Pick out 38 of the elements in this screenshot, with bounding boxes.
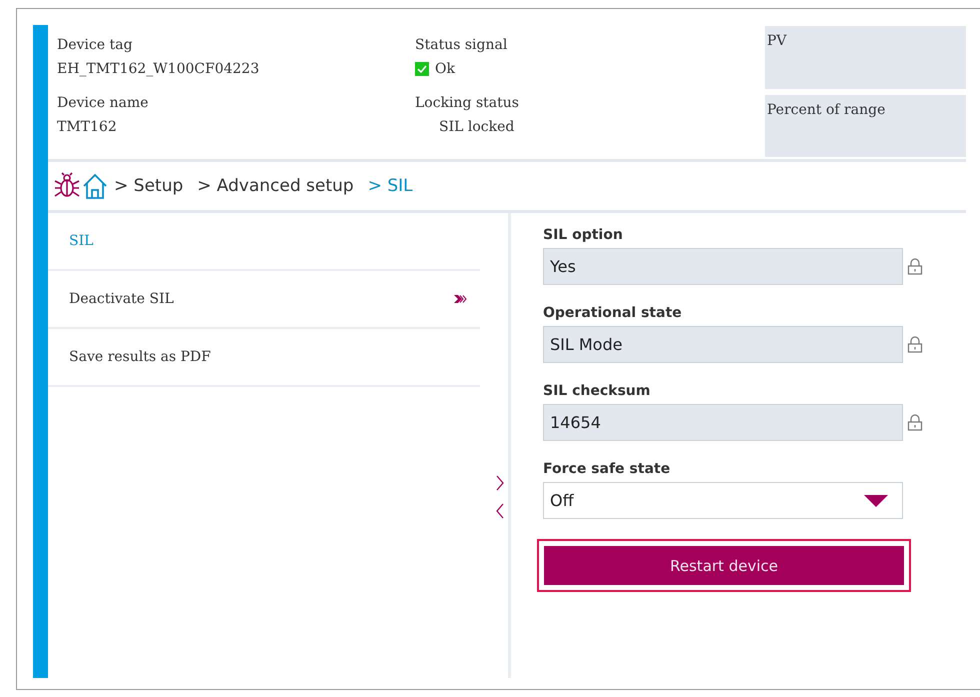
dropdown[interactable]: Off bbox=[543, 482, 903, 519]
parameter-label: SIL checksum bbox=[543, 383, 652, 399]
breadcrumb-link[interactable]: > SIL bbox=[368, 176, 413, 196]
home-icon[interactable] bbox=[82, 173, 108, 199]
locking-status-value: SIL locked bbox=[439, 118, 514, 137]
device-tag-label: Device tag bbox=[57, 36, 132, 55]
parameter-label: Operational state bbox=[543, 305, 683, 321]
value-label: Percent of range bbox=[767, 102, 886, 118]
menu-item[interactable]: SIL bbox=[48, 213, 480, 271]
device-name-label: Device name bbox=[57, 94, 148, 113]
status-signal-label: Status signal bbox=[415, 36, 508, 55]
caret-icon bbox=[864, 494, 888, 506]
readonly-field: SIL Mode bbox=[543, 326, 903, 363]
value-label: PV bbox=[767, 33, 787, 49]
locking-status-label: Locking status bbox=[415, 94, 519, 113]
readonly-field: Yes bbox=[543, 248, 903, 285]
menu-item-label: Save results as PDF bbox=[69, 349, 211, 365]
check-icon bbox=[415, 62, 429, 76]
parameter-label: SIL option bbox=[543, 227, 624, 243]
menu-item-label: SIL bbox=[69, 233, 94, 249]
double-chevron-icon bbox=[454, 295, 468, 303]
menu-item[interactable]: Save results as PDF bbox=[48, 329, 480, 387]
breadcrumb-link[interactable]: > Advanced setup bbox=[197, 176, 354, 196]
readonly-field: 14654 bbox=[543, 404, 903, 441]
device-name-value: TMT162 bbox=[57, 118, 117, 137]
breadcrumb-link[interactable]: > Setup bbox=[114, 176, 184, 196]
bug-icon[interactable] bbox=[54, 172, 80, 200]
menu-item-label: Deactivate SIL bbox=[69, 291, 174, 307]
lock-icon bbox=[907, 336, 923, 353]
menu-item[interactable]: Deactivate SIL bbox=[48, 271, 480, 329]
device-tag-value: EH_TMT162_W100CF04223 bbox=[57, 60, 260, 79]
parameter-label: Force safe state bbox=[543, 461, 672, 477]
status-signal-value: Ok bbox=[435, 60, 455, 79]
restart-button[interactable]: Restart device bbox=[544, 546, 904, 585]
chevron-left-icon[interactable] bbox=[496, 503, 504, 519]
lock-icon bbox=[907, 258, 923, 275]
chevron-right-icon[interactable] bbox=[496, 475, 504, 491]
lock-icon bbox=[907, 414, 923, 431]
